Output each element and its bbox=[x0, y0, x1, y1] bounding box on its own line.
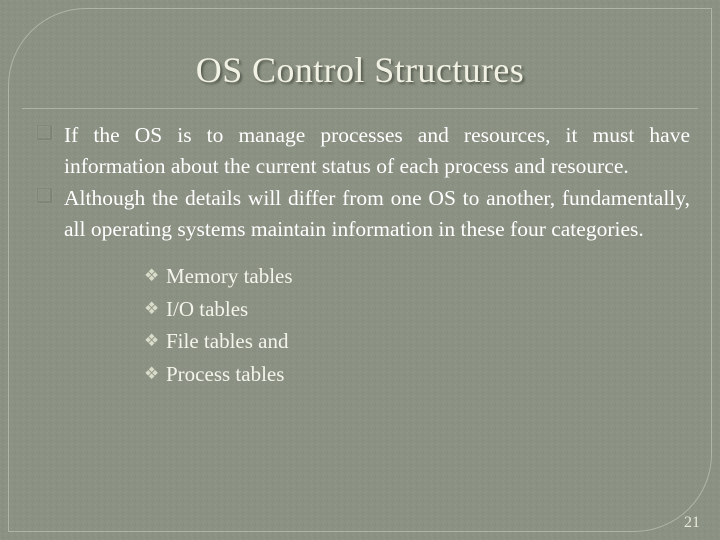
diamond-floret-bullet-icon: ❖ bbox=[144, 331, 160, 351]
sub-bullet-list: ❖ Memory tables ❖ I/O tables ❖ File tabl… bbox=[36, 260, 690, 391]
slide-canvas: OS Control Structures ❑ If the OS is to … bbox=[0, 0, 720, 540]
diamond-floret-bullet-icon: ❖ bbox=[144, 363, 160, 383]
sub-bullet-text: Memory tables bbox=[166, 264, 293, 289]
hollow-square-bullet-icon: ❑ bbox=[36, 123, 54, 144]
sub-bullet-text: File tables and bbox=[166, 329, 289, 354]
sub-bullet-text: I/O tables bbox=[166, 296, 249, 321]
bullet-item: ❑ Although the details will differ from … bbox=[36, 183, 690, 244]
sub-bullet-item: ❖ Process tables bbox=[144, 358, 690, 391]
bullet-text: If the OS is to manage processes and res… bbox=[64, 123, 690, 178]
page-title: OS Control Structures bbox=[195, 50, 525, 90]
diamond-floret-bullet-icon: ❖ bbox=[144, 266, 160, 286]
sub-bullet-text: Process tables bbox=[166, 361, 285, 386]
slide-body: ❑ If the OS is to manage processes and r… bbox=[36, 120, 690, 391]
title-block: OS Control Structures bbox=[0, 50, 720, 109]
bullet-item: ❑ If the OS is to manage processes and r… bbox=[36, 120, 690, 181]
hollow-square-bullet-icon: ❑ bbox=[36, 186, 54, 208]
bullet-text: Although the details will differ from on… bbox=[64, 186, 690, 241]
sub-bullet-item: ❖ I/O tables bbox=[144, 293, 690, 326]
sub-bullet-item: ❖ Memory tables bbox=[144, 260, 690, 293]
diamond-floret-bullet-icon: ❖ bbox=[144, 298, 160, 318]
sub-bullet-item: ❖ File tables and bbox=[144, 325, 690, 358]
title-divider bbox=[22, 108, 698, 109]
page-number: 21 bbox=[684, 514, 700, 531]
